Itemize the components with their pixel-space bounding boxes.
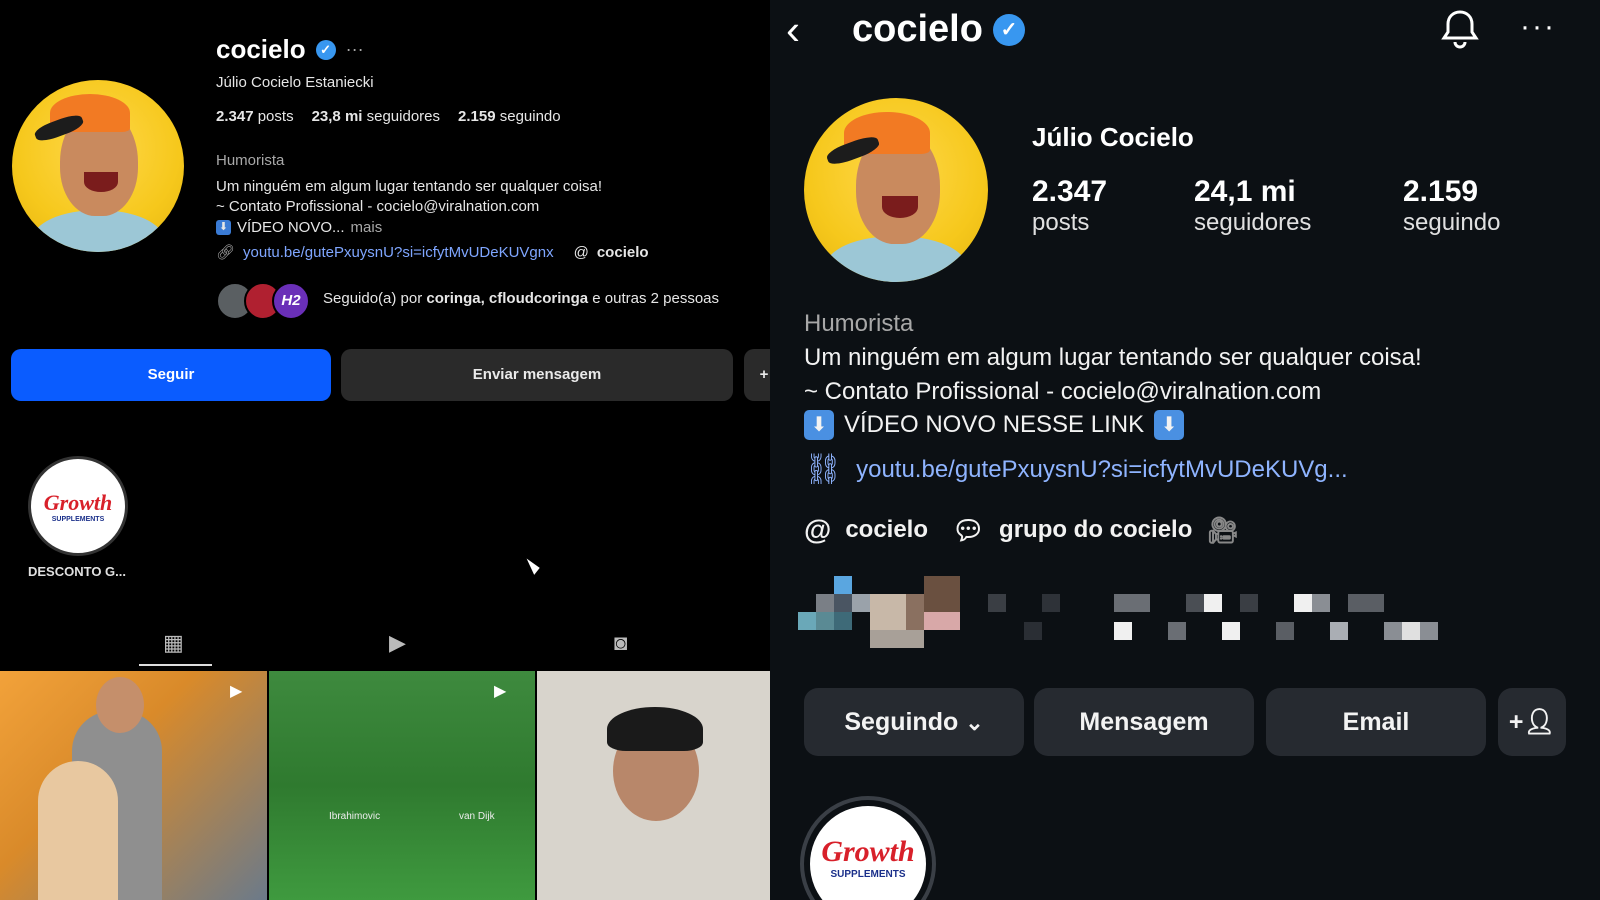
follow-button[interactable]: Seguir: [11, 349, 331, 401]
bio-line-1: Um ninguém em algum lugar tentando ser q…: [216, 178, 603, 195]
followed-by-avatars[interactable]: H2: [216, 282, 312, 320]
more-options-icon[interactable]: ···: [346, 39, 364, 60]
desktop-profile-panel: cocielo ✓ ··· Júlio Cocielo Estaniecki 2…: [0, 0, 770, 900]
post-thumbnail-2[interactable]: Ibrahimovic van Dijk ▶: [269, 671, 535, 900]
highlight-growth[interactable]: Growth SUPPLEMENTS: [28, 456, 128, 556]
more-options-icon[interactable]: ···: [1520, 10, 1556, 44]
down-arrow-icon: ⬇: [216, 220, 231, 235]
add-user-button[interactable]: +: [744, 349, 770, 401]
full-name: Júlio Cocielo: [1032, 122, 1194, 152]
username: cocielo: [216, 34, 306, 64]
verified-icon: ✓: [992, 13, 1025, 46]
email-button[interactable]: Email: [1266, 688, 1486, 756]
profile-link[interactable]: youtu.be/gutePxuysnU?si=icfytMvUDeKUVg..…: [856, 456, 1348, 484]
following-stat[interactable]: 2.159 seguindo: [458, 108, 561, 125]
stats-row: 2.347 posts 23,8 mi seguidores 2.159 seg…: [216, 108, 561, 125]
profile-link[interactable]: youtu.be/gutePxuysnU?si=icfytMvUDeKUVgnx: [243, 244, 554, 261]
tagged-icon[interactable]: ◙: [614, 630, 627, 656]
link-icon: 🔗︎: [216, 244, 236, 261]
highlight-label: DESCONTO G...: [28, 564, 126, 579]
link-row: 🔗︎ youtu.be/gutePxuysnU?si=icfytMvUDeKUV…: [216, 243, 649, 262]
reels-icon[interactable]: ▶: [389, 630, 406, 656]
mobile-profile-panel: ‹ cocielo ✓ ··· Júlio Cocielo 2.347 post…: [770, 0, 1600, 900]
followers-stat[interactable]: 24,1 mi seguidores: [1194, 175, 1311, 237]
down-arrow-icon: ⬇: [1154, 410, 1185, 440]
category: Humorista: [804, 310, 914, 337]
post-thumbnail-1[interactable]: ▶: [0, 671, 267, 900]
threads-handle[interactable]: cocielo: [845, 516, 928, 544]
reel-icon: ▶: [230, 683, 243, 700]
highlight-growth: Growth SUPPLEMENTS: [810, 806, 926, 900]
bio-line-1: Um ninguém em algum lugar tentando ser q…: [804, 344, 1422, 371]
bio-line-2: ~ Contato Profissional - cocielo@viralna…: [216, 198, 540, 215]
bio-line-3: ⬇ VÍDEO NOVO... mais: [216, 219, 382, 236]
more-link[interactable]: mais: [351, 219, 383, 236]
add-user-icon[interactable]: +👤︎: [1498, 688, 1566, 756]
mouse-cursor-icon: [526, 555, 542, 575]
posts-stat: 2.347 posts: [216, 108, 294, 125]
grid-icon[interactable]: ▦: [163, 630, 184, 656]
header-username: cocielo: [852, 8, 983, 50]
message-button[interactable]: Mensagem: [1034, 688, 1254, 756]
active-tab-indicator: [139, 664, 212, 666]
verified-icon: ✓: [315, 39, 336, 60]
back-chevron-icon[interactable]: ‹: [786, 6, 800, 54]
posts-stat: 2.347 posts: [1032, 175, 1108, 236]
chevron-down-icon: ⌄: [965, 710, 984, 735]
camera-icon: 🎥︎: [1206, 514, 1240, 545]
group-link[interactable]: grupo do cocielo: [999, 516, 1192, 544]
send-message-button[interactable]: Enviar mensagem: [341, 349, 733, 401]
bio-line-3: ⬇ VÍDEO NOVO NESSE LINK ⬇: [804, 410, 1185, 440]
threads-icon: @: [804, 514, 832, 545]
followed-by-pixelated[interactable]: [798, 576, 1478, 650]
bio-line-2: ~ Contato Profissional - cocielo@viralna…: [804, 378, 1322, 405]
reel-icon: ▶: [494, 683, 507, 700]
highlight-ring[interactable]: Growth SUPPLEMENTS: [800, 796, 936, 900]
bell-icon[interactable]: [1438, 6, 1482, 50]
username-row: cocielo ✓ ···: [216, 34, 364, 65]
link-icon: ⛓: [804, 453, 843, 486]
threads-icon: @: [573, 243, 589, 261]
header-title-row: cocielo ✓: [852, 8, 1025, 51]
followed-by-text: Seguido(a) por coringa, cfloudcoringa e …: [323, 290, 720, 307]
following-dropdown-button[interactable]: Seguindo ⌄: [804, 688, 1024, 756]
following-stat[interactable]: 2.159 seguindo: [1403, 175, 1500, 237]
full-name: Júlio Cocielo Estaniecki: [216, 74, 374, 91]
post-thumbnail-3[interactable]: [537, 671, 770, 900]
followers-stat[interactable]: 23,8 mi seguidores: [312, 108, 440, 125]
profile-avatar[interactable]: [804, 98, 988, 282]
threads-row: @ cocielo 💬︎ grupo do cocielo 🎥︎: [804, 514, 1239, 546]
threads-handle[interactable]: cocielo: [597, 244, 649, 261]
profile-avatar[interactable]: [12, 80, 184, 252]
down-arrow-icon: ⬇: [804, 410, 834, 440]
link-row: ⛓ youtu.be/gutePxuysnU?si=icfytMvUDeKUVg…: [804, 452, 1348, 487]
category: Humorista: [216, 152, 285, 169]
chat-group-icon: 💬︎: [952, 514, 986, 545]
